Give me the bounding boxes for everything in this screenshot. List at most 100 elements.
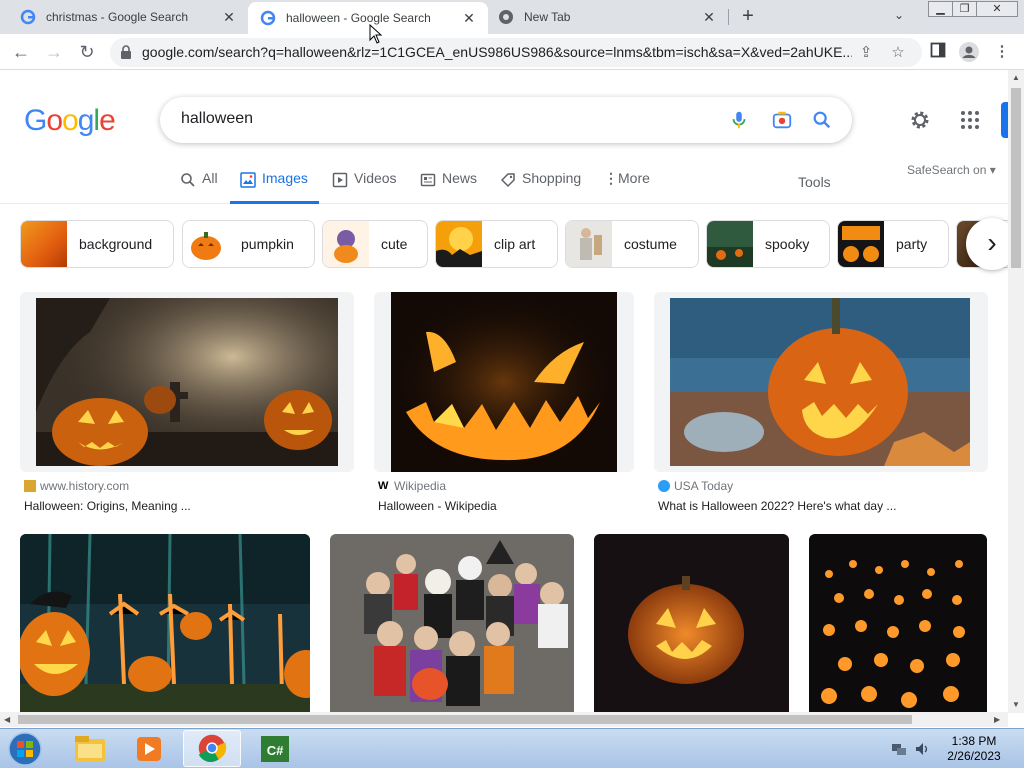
tab-news[interactable]: News: [420, 170, 477, 204]
result-source[interactable]: W Wikipedia: [378, 479, 446, 493]
reload-icon[interactable]: ↻: [75, 40, 99, 64]
settings-gear-icon[interactable]: [908, 108, 932, 132]
profile-avatar-icon[interactable]: [959, 42, 979, 62]
tab-more[interactable]: ⋮ More: [604, 170, 650, 204]
chip-cute[interactable]: cute: [322, 220, 428, 268]
lock-icon[interactable]: [120, 45, 132, 59]
dropdown-arrow-icon: ▾: [989, 163, 996, 177]
result-source-text: Wikipedia: [394, 479, 447, 493]
chip-thumbnail: [323, 221, 369, 267]
tab-videos[interactable]: Videos: [332, 170, 397, 204]
tab-label: All: [202, 170, 218, 186]
tab-close-icon[interactable]: ✕: [700, 9, 718, 26]
google-apps-grid-icon[interactable]: [958, 108, 982, 132]
chip-costume[interactable]: costume: [565, 220, 699, 268]
result-image[interactable]: [594, 534, 789, 712]
windows-start-icon[interactable]: [6, 731, 44, 767]
maximize-icon[interactable]: ❐: [952, 1, 977, 17]
file-explorer-taskbar-icon[interactable]: [60, 730, 118, 767]
tab-title: christmas - Google Search: [46, 10, 189, 24]
media-player-taskbar-icon[interactable]: [120, 730, 178, 767]
chip-spooky[interactable]: spooky: [706, 220, 830, 268]
chip-clip-art[interactable]: clip art: [435, 220, 558, 268]
browser-tab-strip: christmas - Google Search ✕ halloween - …: [0, 0, 1024, 34]
result-caption[interactable]: Halloween - Wikipedia: [378, 499, 497, 513]
horizontal-scrollbar[interactable]: ◀ ▶: [0, 712, 1008, 727]
video-play-icon: [332, 172, 348, 188]
mouse-cursor-icon: [369, 24, 383, 44]
window-close-icon[interactable]: ✕: [976, 1, 1018, 17]
lens-camera-icon[interactable]: [771, 109, 793, 131]
tab-close-icon[interactable]: ✕: [460, 10, 478, 27]
price-tag-icon: [500, 173, 515, 188]
forward-arrow-icon[interactable]: →: [42, 40, 66, 64]
volume-tray-icon[interactable]: [914, 741, 930, 757]
result-image[interactable]: [374, 292, 634, 472]
search-icon[interactable]: [811, 109, 833, 131]
clock-date: 2/26/2023: [947, 749, 1001, 763]
horizontal-scroll-thumb[interactable]: [18, 715, 912, 724]
chip-label: costume: [624, 236, 677, 252]
tab-search-chevron-icon[interactable]: ⌄: [894, 8, 904, 22]
vertical-scroll-thumb[interactable]: [1011, 88, 1021, 268]
search-input[interactable]: halloween: [181, 110, 253, 128]
tab-images[interactable]: Images: [230, 170, 319, 204]
network-tray-icon[interactable]: [891, 741, 907, 757]
tab-label: Images: [262, 170, 308, 186]
tab-title: New Tab: [524, 10, 571, 24]
scroll-left-arrow-icon[interactable]: ◀: [4, 715, 10, 724]
tools-button[interactable]: Tools: [798, 174, 831, 190]
result-image[interactable]: [20, 292, 354, 472]
result-image[interactable]: [20, 534, 310, 712]
side-panel-icon[interactable]: [928, 42, 948, 62]
history-favicon-icon: [24, 480, 36, 492]
bookmark-star-icon[interactable]: ☆: [888, 43, 908, 63]
tab-title: halloween - Google Search: [286, 11, 431, 25]
chip-party[interactable]: party: [837, 220, 949, 268]
svg-text:C#: C#: [267, 743, 284, 758]
result-caption[interactable]: Halloween: Origins, Meaning ...: [24, 499, 191, 513]
result-source[interactable]: www.history.com: [24, 479, 129, 493]
chip-thumbnail: [707, 221, 753, 267]
result-image[interactable]: [330, 534, 574, 712]
windows-taskbar: C# 1:38 PM 2/26/2023: [0, 728, 1024, 768]
chip-label: pumpkin: [241, 236, 294, 252]
vertical-scrollbar[interactable]: ▲ ▼: [1008, 70, 1024, 713]
minimize-icon[interactable]: ▁: [928, 1, 953, 17]
result-image[interactable]: [654, 292, 988, 472]
result-source[interactable]: USA Today: [658, 479, 733, 493]
wikipedia-favicon-icon: W: [378, 480, 389, 492]
scroll-down-arrow-icon[interactable]: ▼: [1012, 700, 1020, 709]
chip-background[interactable]: background: [20, 220, 174, 268]
result-image[interactable]: [809, 534, 987, 712]
tab-label: News: [442, 170, 478, 186]
google-favicon-icon: [260, 10, 276, 26]
safesearch-dropdown[interactable]: SafeSearch on ▾: [907, 163, 996, 177]
share-icon[interactable]: ⇪: [856, 43, 876, 63]
scroll-right-arrow-icon[interactable]: ▶: [994, 715, 1000, 724]
search-box[interactable]: halloween: [160, 97, 852, 143]
result-caption[interactable]: What is Halloween 2022? Here's what day …: [658, 499, 896, 513]
scroll-up-arrow-icon[interactable]: ▲: [1012, 73, 1020, 82]
tab-close-icon[interactable]: ✕: [220, 9, 238, 26]
usa-today-favicon-icon: [658, 480, 670, 492]
system-clock[interactable]: 1:38 PM 2/26/2023: [936, 734, 1012, 764]
result-source-text: USA Today: [674, 479, 734, 493]
new-tab-plus-icon[interactable]: +: [736, 5, 760, 29]
back-arrow-icon[interactable]: ←: [9, 40, 33, 64]
browser-tab-christmas[interactable]: christmas - Google Search ✕: [0, 0, 248, 34]
google-logo[interactable]: Google: [24, 104, 116, 138]
tab-all[interactable]: All: [180, 170, 218, 204]
chip-thumbnail: [436, 221, 482, 267]
chip-label: spooky: [765, 236, 810, 252]
tab-separator: [728, 9, 729, 25]
microphone-icon[interactable]: [728, 109, 750, 131]
chrome-menu-icon[interactable]: ⋮: [992, 42, 1012, 62]
chip-pumpkin[interactable]: pumpkin: [182, 220, 315, 268]
chrome-taskbar-icon[interactable]: [183, 730, 241, 767]
tab-shopping[interactable]: Shopping: [500, 170, 581, 204]
address-bar[interactable]: google.com/search?q=halloween&rlz=1C1GCE…: [110, 38, 922, 67]
browser-tab-halloween[interactable]: halloween - Google Search ✕: [248, 2, 488, 34]
csharp-app-taskbar-icon[interactable]: C#: [246, 730, 304, 767]
browser-tab-new[interactable]: New Tab ✕: [488, 0, 728, 34]
